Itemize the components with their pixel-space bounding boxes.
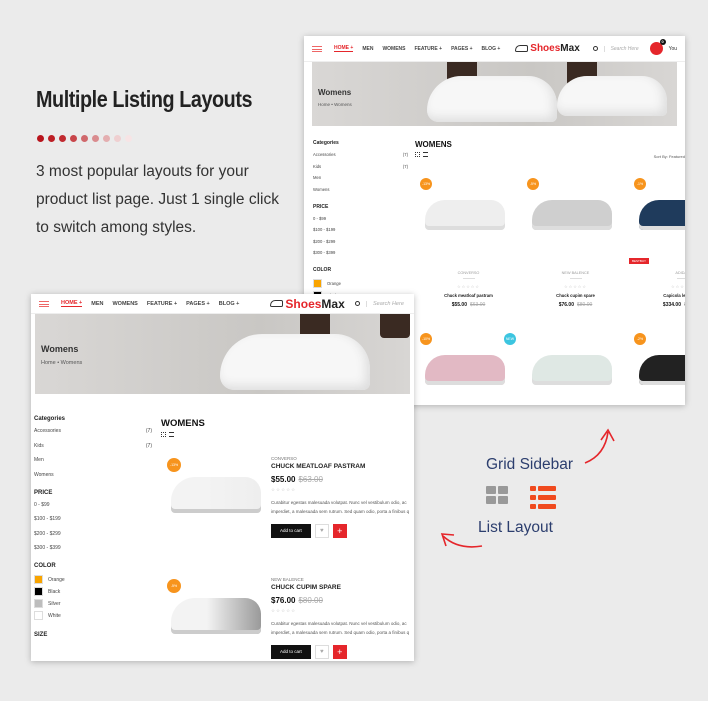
- grid-sidebar-label: Grid Sidebar: [486, 456, 574, 473]
- list-layout-label: List Layout: [478, 519, 553, 536]
- grid-layout-icon[interactable]: [486, 486, 508, 504]
- arrows: [440, 428, 615, 548]
- arrow-to-grid-icon: [584, 431, 609, 464]
- arrow-to-list-icon: [442, 535, 483, 548]
- list-layout-icon[interactable]: [530, 486, 556, 511]
